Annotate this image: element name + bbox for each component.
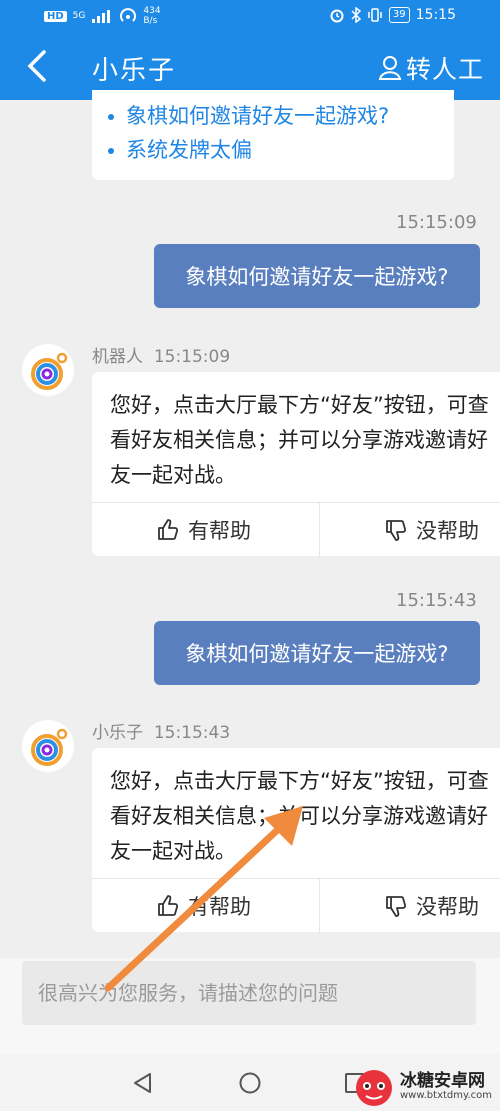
watermark-logo-icon <box>356 1070 392 1106</box>
watermark: 冰糖安卓网 www.btxtdmy.com <box>352 1064 500 1108</box>
nav-back-icon[interactable] <box>132 1072 154 1094</box>
watermark-text: 冰糖安卓网 <box>400 1071 485 1091</box>
nav-home-icon[interactable] <box>239 1072 261 1094</box>
annotation-arrow-icon <box>104 806 303 992</box>
watermark-url: www.btxtdmy.com <box>400 1090 493 1101</box>
